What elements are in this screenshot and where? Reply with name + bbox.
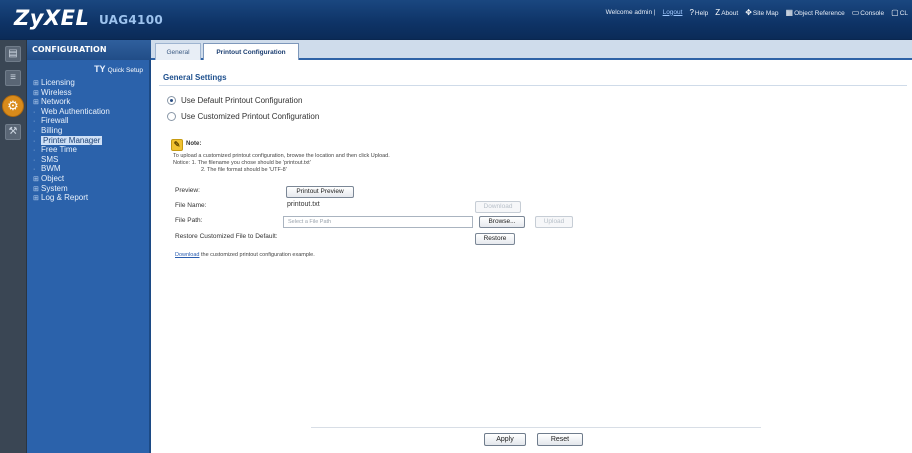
console-link[interactable]: ▭Console <box>852 8 884 17</box>
nav-item-log-report[interactable]: ⊞ Log & Report <box>33 193 110 203</box>
object-reference-icon: ▦ <box>785 7 794 17</box>
maintenance-icon[interactable]: ⚒ <box>5 124 21 140</box>
quick-setup-link[interactable]: TY Quick Setup <box>94 64 143 74</box>
app-window: ZyXEL UAG4100 Welcome admin | Logout ?He… <box>0 0 912 453</box>
nav-item-sms[interactable]: · SMS <box>33 155 110 165</box>
top-header: ZyXEL UAG4100 Welcome admin | Logout ?He… <box>0 0 912 40</box>
tab-bar: General Printout Configuration <box>151 40 912 60</box>
nav-item-system[interactable]: ⊞ System <box>33 184 110 194</box>
about-icon: Z <box>715 7 721 17</box>
default-config-radio[interactable] <box>167 95 176 105</box>
cli-link[interactable]: ▢CL <box>891 8 908 17</box>
restore-button[interactable]: Restore <box>475 233 515 245</box>
about-link[interactable]: ZAbout <box>715 8 738 17</box>
default-config-label: Use Default Printout Configuration <box>181 95 303 105</box>
restore-label: Restore Customized File to Default: <box>175 233 278 240</box>
logout-link[interactable]: Logout <box>663 9 683 16</box>
footer-divider <box>311 427 761 428</box>
nav-item-printer-manager[interactable]: · Printer Manager <box>33 135 110 146</box>
default-config-option[interactable]: Use Default Printout Configuration <box>167 94 302 106</box>
browse-button[interactable]: Browse... <box>479 216 525 228</box>
nav-panel: CONFIGURATION TY Quick Setup ⊞ Licensing ⊞… <box>27 40 151 453</box>
file-name-value: printout.txt <box>287 201 320 208</box>
tab-printout-configuration[interactable]: Printout Configuration <box>203 43 299 60</box>
apply-button[interactable]: Apply <box>484 433 526 446</box>
printout-preview-button[interactable]: Printout Preview <box>286 186 354 198</box>
model-name: UAG4100 <box>99 13 164 27</box>
nav-item-firewall[interactable]: · Firewall <box>33 116 110 126</box>
object-reference-link[interactable]: ▦Object Reference <box>786 8 845 17</box>
file-name-label: File Name: <box>175 202 207 209</box>
help-icon: ? <box>689 7 694 17</box>
nav-item-licensing[interactable]: ⊞ Licensing <box>33 78 110 88</box>
welcome-text: Welcome admin | <box>605 8 656 16</box>
cli-icon: ▢ <box>891 7 899 17</box>
custom-config-radio[interactable] <box>167 111 176 121</box>
preview-label: Preview: <box>175 187 200 194</box>
main-content: General Printout Configuration General S… <box>151 40 912 453</box>
note-icon: ✎ <box>171 139 183 151</box>
section-title: General Settings <box>163 73 227 82</box>
help-link[interactable]: ?Help <box>689 8 708 17</box>
section-divider <box>159 85 907 86</box>
site-map-icon: ✥ <box>745 7 752 17</box>
nav-item-free-time[interactable]: · Free Time <box>33 145 110 155</box>
note-line-3: 2. The file format should be 'UTF-8' <box>201 167 287 173</box>
brand-logo: ZyXEL <box>14 6 90 30</box>
custom-config-option[interactable]: Use Customized Printout Configuration <box>167 110 319 122</box>
example-download-link[interactable]: Download <box>175 252 199 258</box>
download-button[interactable]: Download <box>475 201 521 213</box>
quick-setup-icon: TY <box>94 64 106 74</box>
nav-item-network[interactable]: ⊞ Network <box>33 97 110 107</box>
nav-item-object[interactable]: ⊞ Object <box>33 174 110 184</box>
nav-item-billing[interactable]: · Billing <box>33 126 110 136</box>
dashboard-icon[interactable]: ▤ <box>5 46 21 62</box>
expand-icon: ⊞ <box>33 195 39 203</box>
file-path-label: File Path: <box>175 217 203 224</box>
monitor-icon[interactable]: ≡ <box>5 70 21 86</box>
configuration-gear-icon[interactable]: ⚙ <box>2 95 24 117</box>
note-line-2: Notice: 1. The filename you chose should… <box>173 160 311 166</box>
note-title: Note: <box>186 141 202 147</box>
nav-title: CONFIGURATION <box>27 40 151 60</box>
reset-button[interactable]: Reset <box>537 433 583 446</box>
top-links: Welcome admin | Logout ?Help ZAbout ✥Sit… <box>606 6 908 18</box>
custom-config-label: Use Customized Printout Configuration <box>181 111 320 121</box>
nav-item-bwm[interactable]: · BWM <box>33 164 110 174</box>
example-download-line: Download the customized printout configu… <box>175 252 315 258</box>
nav-item-web-authentication[interactable]: · Web Authentication <box>33 107 110 117</box>
upload-button[interactable]: Upload <box>535 216 573 228</box>
nav-menu: ⊞ Licensing ⊞ Wireless ⊞ Network · Web Authe… <box>33 78 110 203</box>
site-map-link[interactable]: ✥Site Map <box>745 8 778 17</box>
tab-general[interactable]: General <box>155 43 201 60</box>
note-line-1: To upload a customized printout configur… <box>173 153 390 159</box>
nav-item-wireless[interactable]: ⊞ Wireless <box>33 88 110 98</box>
console-icon: ▭ <box>851 7 860 17</box>
file-path-input[interactable]: Select a File Path <box>283 216 473 228</box>
icon-rail: ▤ ≡ ⚙ ⚒ <box>0 40 27 453</box>
